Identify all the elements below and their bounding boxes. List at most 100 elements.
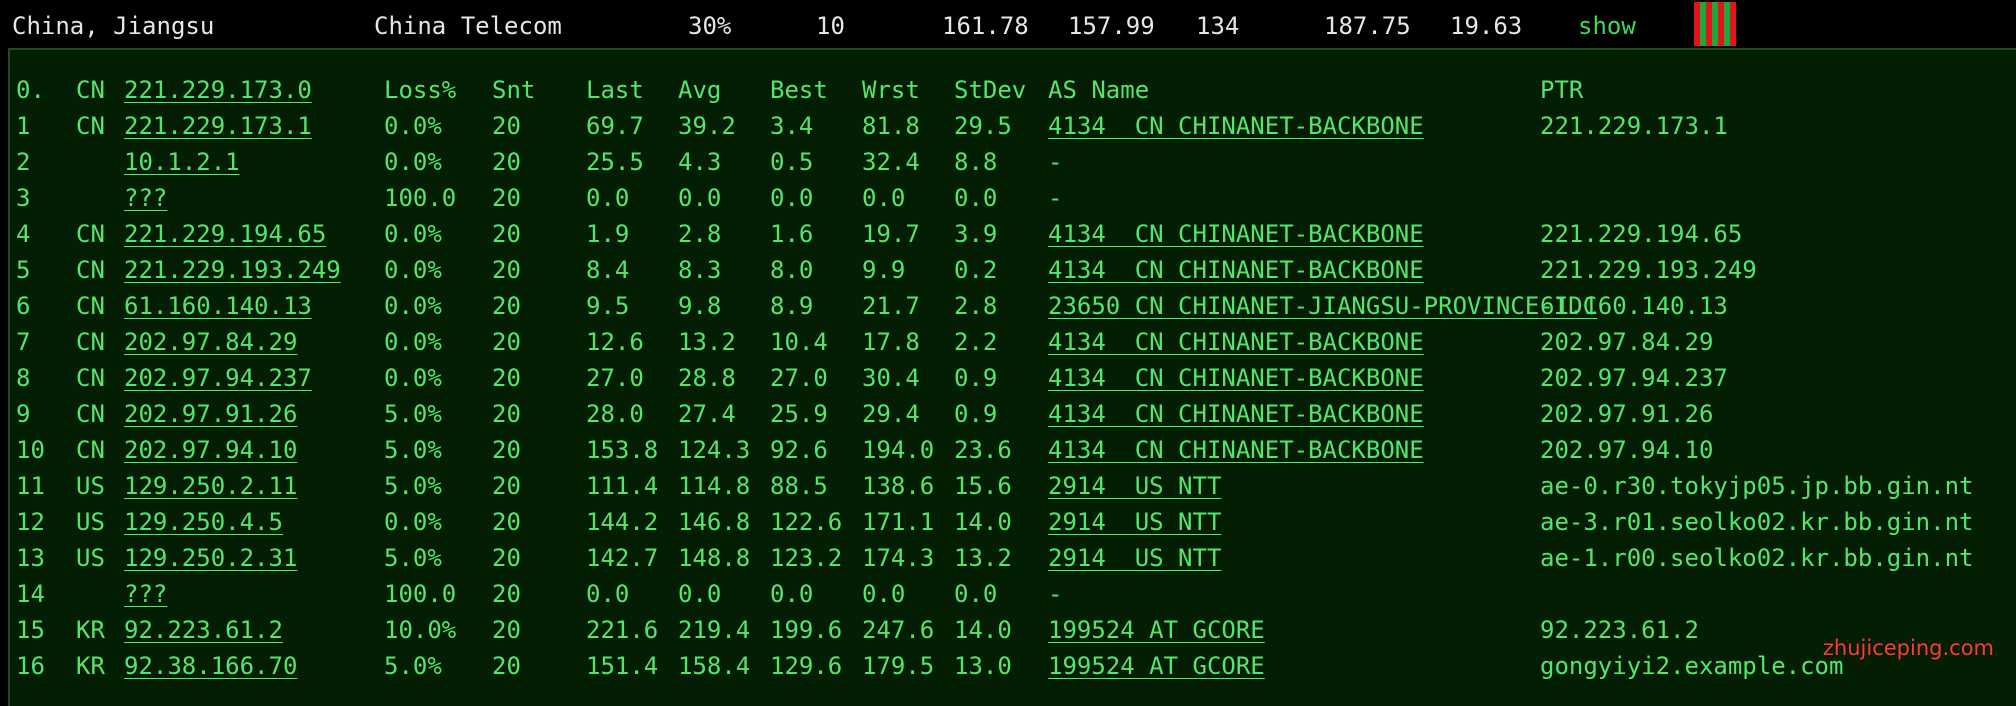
- loss-cell: 5.0%: [384, 400, 442, 428]
- summary-last: 161.78: [942, 12, 1029, 40]
- sent-cell: 20: [492, 364, 521, 392]
- summary-isp: China Telecom: [374, 12, 562, 40]
- summary-row: China, Jiangsu China Telecom 30% 10 161.…: [0, 0, 2016, 48]
- host-cell[interactable]: 92.38.166.70: [124, 648, 297, 684]
- country-cell: US: [76, 544, 105, 572]
- host-cell[interactable]: 61.160.140.13: [124, 288, 312, 324]
- stdev-cell: 14.0: [954, 616, 1012, 644]
- asname-cell[interactable]: 4134 CN CHINANET-BACKBONE: [1048, 396, 1424, 432]
- asname-cell[interactable]: 2914 US NTT: [1048, 468, 1221, 504]
- host-cell[interactable]: 221.229.193.249: [124, 252, 341, 288]
- worst-cell: 30.4: [862, 364, 920, 392]
- worst-cell: 0.0: [862, 184, 906, 212]
- header-stdev-cell: StDev: [954, 76, 1027, 104]
- asname-cell[interactable]: 199524 AT GCORE: [1048, 648, 1265, 684]
- summary-loss: 30%: [688, 12, 732, 40]
- sparkline-bar: [1700, 30, 1706, 46]
- country-cell: CN: [76, 112, 105, 140]
- worst-cell: 194.0: [862, 436, 935, 464]
- host-cell[interactable]: 202.97.91.26: [124, 396, 297, 432]
- sparkline-bar: [1718, 2, 1724, 46]
- asname-cell[interactable]: 4134 CN CHINANET-BACKBONE: [1048, 108, 1424, 144]
- last-cell: 1.9: [586, 220, 630, 248]
- best-cell: 0.0: [770, 184, 814, 212]
- host-cell[interactable]: 129.250.2.31: [124, 540, 297, 576]
- best-cell: 25.9: [770, 400, 828, 428]
- asname-cell[interactable]: 4134 CN CHINANET-BACKBONE: [1048, 432, 1424, 468]
- host-cell[interactable]: 129.250.2.11: [124, 468, 297, 504]
- host-cell[interactable]: ???: [124, 180, 167, 216]
- ptr-cell: 202.97.94.10: [1540, 436, 1714, 464]
- stdev-cell: 15.6: [954, 472, 1012, 500]
- last-cell: 69.7: [586, 112, 644, 140]
- stdev-cell: 23.6: [954, 436, 1012, 464]
- ptr-cell: 221.229.193.249: [1540, 256, 1757, 284]
- host-cell[interactable]: 202.97.94.10: [124, 432, 297, 468]
- best-cell: 0.5: [770, 148, 814, 176]
- stdev-cell: 13.2: [954, 544, 1012, 572]
- latency-sparkline[interactable]: [1694, 2, 1736, 46]
- summary-sent: 10: [816, 12, 845, 40]
- avg-cell: 39.2: [678, 112, 736, 140]
- asname-cell[interactable]: 4134 CN CHINANET-BACKBONE: [1048, 324, 1424, 360]
- asname-cell[interactable]: 2914 US NTT: [1048, 540, 1221, 576]
- worst-cell: 21.7: [862, 292, 920, 320]
- show-link[interactable]: show: [1578, 12, 1636, 40]
- sent-cell: 20: [492, 184, 521, 212]
- hop-cell: 13: [16, 544, 45, 572]
- avg-cell: 146.8: [678, 508, 751, 536]
- header-country-cell: CN: [76, 76, 105, 104]
- host-cell[interactable]: 10.1.2.1: [124, 144, 240, 180]
- stdev-cell: 14.0: [954, 508, 1012, 536]
- hop-cell: 6: [16, 292, 31, 320]
- avg-cell: 0.0: [678, 580, 722, 608]
- loss-cell: 0.0%: [384, 364, 442, 392]
- avg-cell: 9.8: [678, 292, 722, 320]
- country-cell: US: [76, 508, 105, 536]
- last-cell: 0.0: [586, 184, 630, 212]
- asname-cell[interactable]: 23650 CN CHINANET-JIANGSU-PROVINCE-IDC: [1048, 288, 1597, 324]
- host-cell[interactable]: 92.223.61.2: [124, 612, 283, 648]
- host-cell[interactable]: 221.229.194.65: [124, 216, 326, 252]
- stdev-cell: 13.0: [954, 652, 1012, 680]
- sent-cell: 20: [492, 616, 521, 644]
- avg-cell: 13.2: [678, 328, 736, 356]
- worst-cell: 9.9: [862, 256, 906, 284]
- hop-cell: 5: [16, 256, 31, 284]
- host-cell[interactable]: 221.229.173.1: [124, 108, 312, 144]
- loss-cell: 5.0%: [384, 544, 442, 572]
- summary-avg: 157.99: [1068, 12, 1155, 40]
- last-cell: 142.7: [586, 544, 659, 572]
- asname-cell[interactable]: 4134 CN CHINANET-BACKBONE: [1048, 360, 1424, 396]
- sparkline-bar: [1724, 30, 1730, 46]
- sent-cell: 20: [492, 652, 521, 680]
- ptr-cell: 221.229.194.65: [1540, 220, 1743, 248]
- last-cell: 9.5: [586, 292, 630, 320]
- avg-cell: 148.8: [678, 544, 751, 572]
- host-cell[interactable]: 129.250.4.5: [124, 504, 283, 540]
- stdev-cell: 0.0: [954, 184, 998, 212]
- worst-cell: 29.4: [862, 400, 920, 428]
- host-cell[interactable]: 202.97.94.237: [124, 360, 312, 396]
- last-cell: 144.2: [586, 508, 659, 536]
- stdev-cell: 2.2: [954, 328, 998, 356]
- summary-best: 134: [1196, 12, 1240, 40]
- loss-cell: 100.0: [384, 184, 457, 212]
- header-host-cell[interactable]: 221.229.173.0: [124, 72, 312, 108]
- asname-cell[interactable]: 2914 US NTT: [1048, 504, 1221, 540]
- asname-cell[interactable]: 199524 AT GCORE: [1048, 612, 1265, 648]
- worst-cell: 247.6: [862, 616, 935, 644]
- last-cell: 151.4: [586, 652, 659, 680]
- header-sent-cell: Snt: [492, 76, 536, 104]
- mtr-table: 0. CN 221.229.173.0 Loss% Snt Last Avg Best Wrst…: [8, 48, 2016, 704]
- sent-cell: 20: [492, 256, 521, 284]
- asname-cell[interactable]: 4134 CN CHINANET-BACKBONE: [1048, 216, 1424, 252]
- asname-cell[interactable]: 4134 CN CHINANET-BACKBONE: [1048, 252, 1424, 288]
- stdev-cell: 29.5: [954, 112, 1012, 140]
- host-cell[interactable]: 202.97.84.29: [124, 324, 297, 360]
- stdev-cell: 0.0: [954, 580, 998, 608]
- last-cell: 12.6: [586, 328, 644, 356]
- host-cell[interactable]: ???: [124, 576, 167, 612]
- hop-cell: 11: [16, 472, 45, 500]
- best-cell: 199.6: [770, 616, 843, 644]
